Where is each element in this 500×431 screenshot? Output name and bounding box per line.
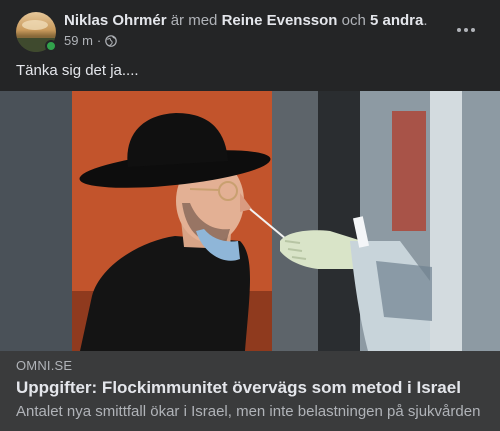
period: . — [423, 12, 428, 29]
with-text: är med — [170, 12, 218, 29]
meta-separator: · — [96, 33, 102, 48]
and-text: och — [341, 12, 366, 29]
author-name[interactable]: Niklas Ohrmér — [64, 12, 167, 29]
more-options-button[interactable] — [448, 18, 484, 42]
post-meta: 59 m · — [64, 33, 118, 48]
photo-illustration — [79, 113, 432, 351]
link-domain: OMNI.SE — [16, 358, 73, 373]
avatar[interactable] — [16, 12, 57, 52]
online-status-dot — [45, 40, 57, 52]
post-message: Tänka sig det ja.... — [16, 62, 139, 79]
dot-icon — [464, 28, 468, 32]
link-description: Antalet nya smittfall ökar i Israel, men… — [16, 403, 481, 420]
dot-icon — [457, 28, 461, 32]
globe-icon[interactable] — [105, 34, 118, 47]
link-title[interactable]: Uppgifter: Flockimmunitet övervägs som m… — [16, 378, 461, 398]
feed-post: Niklas Ohrmér är med Reine Evensson och … — [0, 0, 500, 431]
others-link[interactable]: 5 andra — [370, 12, 423, 29]
post-header: Niklas Ohrmér är med Reine Evensson och … — [64, 11, 444, 30]
timestamp[interactable]: 59 m — [64, 33, 93, 48]
link-preview-image[interactable] — [0, 91, 500, 351]
dot-icon — [471, 28, 475, 32]
tagged-person[interactable]: Reine Evensson — [222, 12, 338, 29]
